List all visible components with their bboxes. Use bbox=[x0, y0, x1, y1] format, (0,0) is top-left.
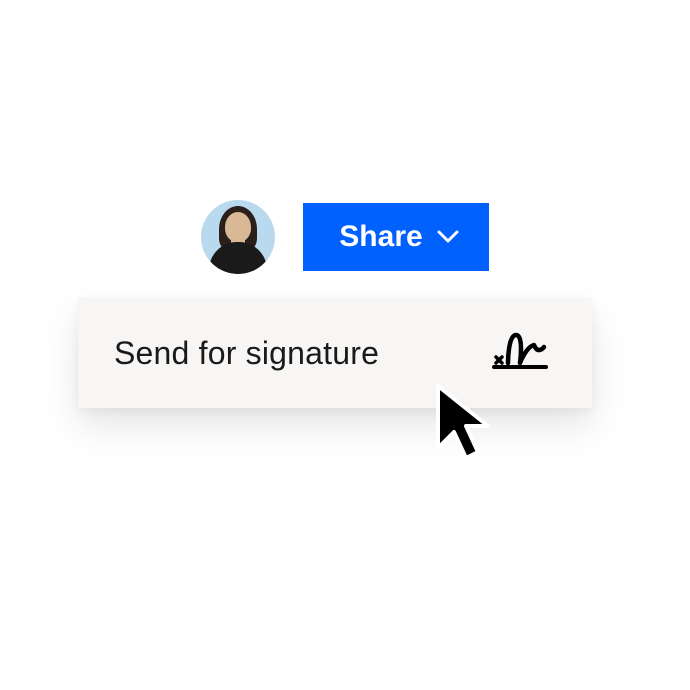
share-button[interactable]: Share bbox=[303, 203, 488, 271]
signature-icon bbox=[490, 327, 550, 380]
menu-item-label: Send for signature bbox=[114, 335, 379, 372]
chevron-down-icon bbox=[437, 230, 459, 244]
avatar[interactable] bbox=[201, 200, 275, 274]
send-for-signature-item[interactable]: Send for signature bbox=[78, 298, 592, 408]
header-row: Share bbox=[0, 200, 690, 274]
avatar-body bbox=[209, 242, 267, 274]
share-button-label: Share bbox=[339, 220, 422, 254]
